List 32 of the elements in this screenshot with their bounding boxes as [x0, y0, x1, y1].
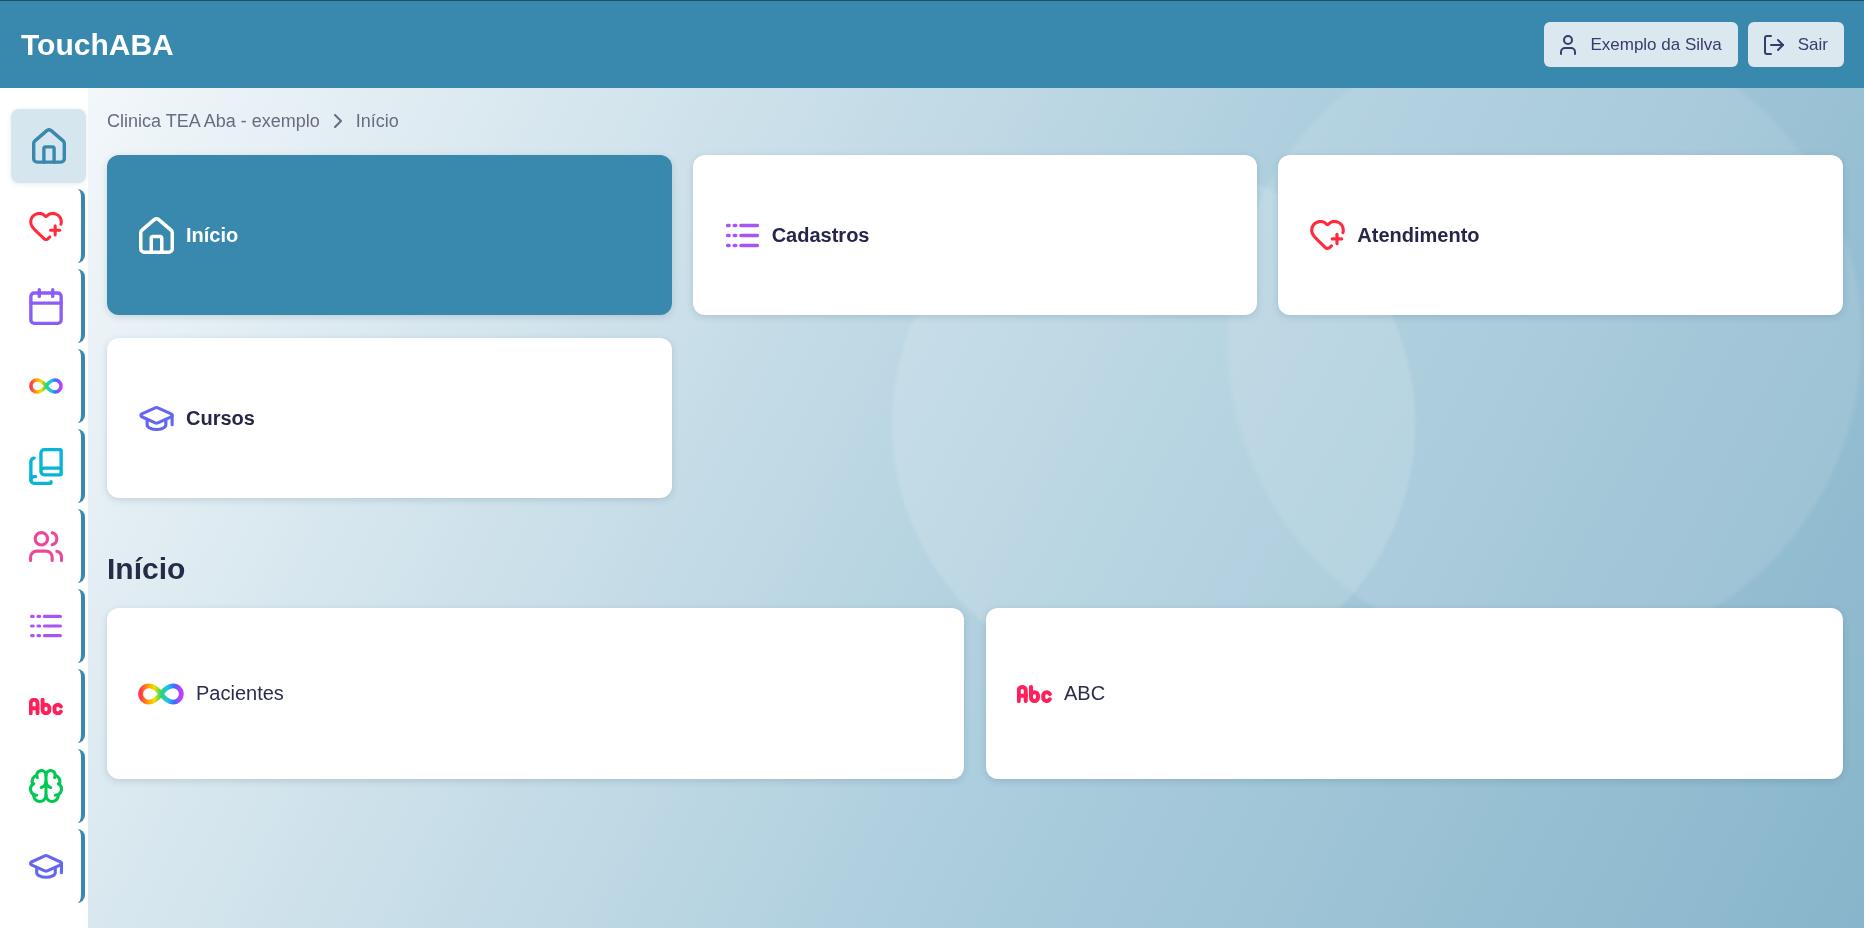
chevron-right-icon — [333, 114, 342, 128]
home-icon — [139, 216, 174, 254]
abc-icon — [29, 697, 63, 715]
breadcrumb-link[interactable]: Clinica TEA Aba - exemplo — [107, 110, 320, 132]
section-title: Início — [107, 551, 187, 587]
module-card[interactable]: Cadastros — [692, 155, 1258, 315]
list-icon — [29, 614, 63, 638]
brain-icon — [29, 769, 63, 803]
user-button[interactable]: Exemplo da Silva — [1544, 22, 1738, 67]
shortcut-card[interactable]: ABC — [986, 608, 1843, 779]
logout-button[interactable]: Sair — [1747, 22, 1844, 67]
graduation-cap-icon — [139, 405, 174, 431]
heart-plus-icon — [1310, 220, 1346, 250]
abc-icon — [1017, 684, 1052, 703]
users-icon — [29, 530, 63, 562]
module-card[interactable]: Cursos — [107, 338, 672, 498]
sidebar-button[interactable] — [11, 109, 86, 183]
graduation-cap-icon — [29, 853, 63, 879]
user-icon — [1560, 34, 1577, 55]
module-card[interactable]: Atendimento — [1278, 155, 1843, 315]
infinity-icon — [29, 378, 63, 394]
home-icon — [31, 128, 66, 164]
heart-plus-icon — [29, 211, 63, 241]
infinity-icon — [138, 682, 184, 705]
shortcut-card[interactable]: Pacientes — [107, 608, 964, 779]
list-icon — [724, 222, 760, 248]
app-title: TouchABA — [21, 27, 174, 62]
module-card[interactable]: Início — [107, 155, 672, 315]
calendar-icon — [29, 287, 63, 325]
breadcrumb-current: Início — [355, 110, 399, 132]
books-icon — [29, 447, 63, 485]
logout-icon — [1763, 34, 1784, 55]
